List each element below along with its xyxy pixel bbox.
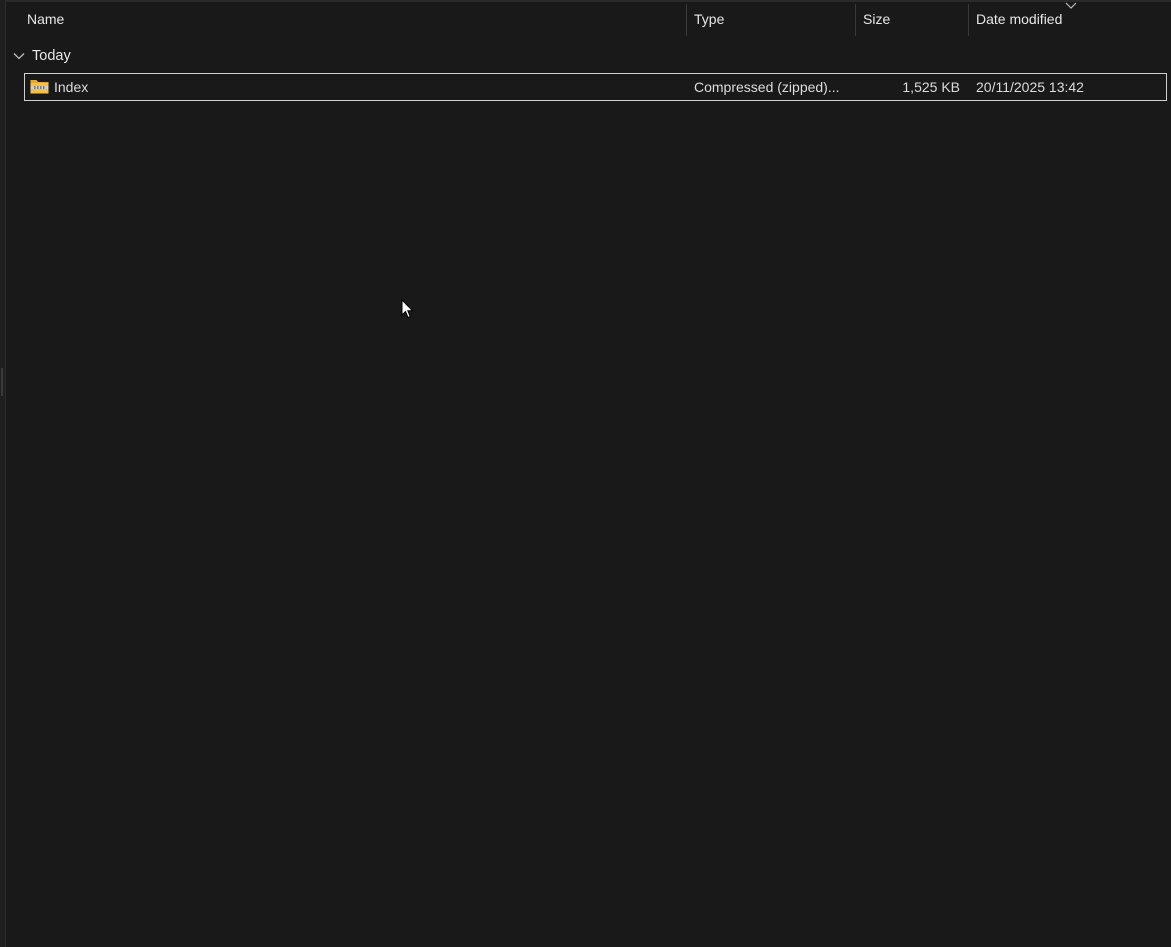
navigation-pane-edge[interactable] — [0, 0, 6, 947]
chevron-down-icon[interactable] — [12, 49, 26, 63]
column-header-name-label: Name — [27, 11, 65, 27]
group-header-today[interactable]: Today — [12, 44, 71, 68]
group-label: Today — [32, 48, 71, 64]
column-header-bar: Name Type Size Date modified — [5, 2, 1171, 36]
file-date-modified: 20/11/2025 13:42 — [976, 79, 1084, 95]
file-size: 1,525 KB — [902, 79, 960, 95]
column-header-date-label: Date modified — [976, 11, 1063, 27]
column-header-name[interactable]: Name — [5, 2, 686, 36]
pane-resize-grip[interactable] — [1, 368, 3, 396]
sort-descending-chevron-icon — [1065, 2, 1077, 9]
file-name: Index — [54, 79, 89, 95]
file-explorer-details-view: Name Type Size Date modified Today Index… — [0, 0, 1171, 947]
zip-folder-icon — [30, 80, 49, 94]
mouse-pointer-icon — [401, 299, 414, 319]
column-header-size[interactable]: Size — [856, 2, 968, 36]
column-header-type-label: Type — [694, 11, 725, 27]
file-row-index[interactable]: Index Compressed (zipped)... 1,525 KB 20… — [24, 73, 1167, 101]
file-type: Compressed (zipped)... — [694, 79, 840, 95]
column-header-type[interactable]: Type — [687, 2, 855, 36]
column-header-size-label: Size — [863, 11, 891, 27]
